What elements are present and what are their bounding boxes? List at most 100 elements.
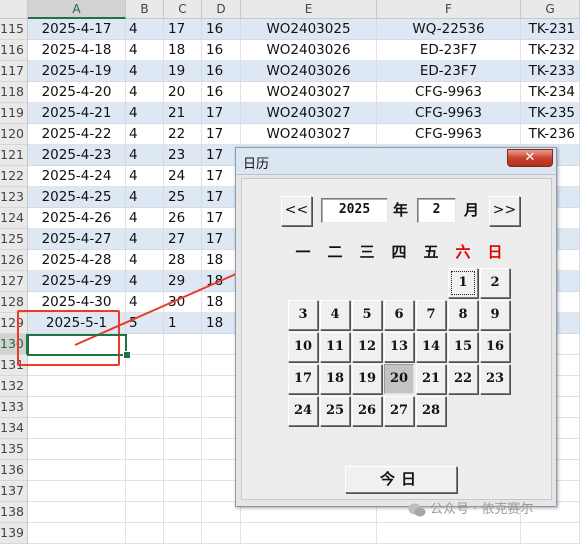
day-button[interactable]: 17 (288, 364, 318, 394)
column-header-g[interactable]: G (521, 0, 580, 19)
cell-e[interactable]: WO2403027 (241, 124, 377, 145)
cell-a[interactable]: 2025-4-24 (28, 166, 126, 187)
cell-b[interactable]: 5 (126, 313, 164, 334)
year-input[interactable]: 2025 (321, 198, 388, 223)
cell-c[interactable] (164, 376, 202, 397)
cell-c[interactable]: 17 (164, 19, 202, 40)
cell-b[interactable] (126, 376, 164, 397)
row-header[interactable]: 123 (0, 187, 28, 208)
row-header[interactable]: 135 (0, 439, 28, 460)
cell-d[interactable]: 16 (202, 19, 241, 40)
cell-a[interactable] (28, 460, 126, 481)
today-button[interactable]: 今日 (345, 466, 457, 493)
cell-b[interactable]: 4 (126, 40, 164, 61)
day-button[interactable]: 13 (384, 332, 414, 362)
cell-b[interactable] (126, 439, 164, 460)
row-header[interactable]: 134 (0, 418, 28, 439)
cell-a[interactable]: 2025-4-25 (28, 187, 126, 208)
row-header[interactable]: 122 (0, 166, 28, 187)
cell-c[interactable] (164, 502, 202, 523)
cell-c[interactable]: 20 (164, 82, 202, 103)
cell-a[interactable]: 2025-4-17 (28, 19, 126, 40)
cell-b[interactable]: 4 (126, 208, 164, 229)
day-button[interactable]: 26 (352, 396, 382, 426)
cell-e[interactable]: WO2403027 (241, 103, 377, 124)
row-header[interactable]: 137 (0, 481, 28, 502)
column-header-f[interactable]: F (377, 0, 521, 19)
row-header[interactable]: 124 (0, 208, 28, 229)
cell-a[interactable]: 2025-4-26 (28, 208, 126, 229)
day-button[interactable]: 10 (288, 332, 318, 362)
column-header-c[interactable]: C (164, 0, 202, 19)
cell-c[interactable] (164, 334, 202, 355)
dialog-titlebar[interactable]: 日历 ✕ (236, 148, 556, 175)
day-button[interactable]: 4 (320, 300, 350, 330)
cell-a[interactable]: 2025-4-19 (28, 61, 126, 82)
cell-d[interactable]: 16 (202, 40, 241, 61)
cell-e[interactable] (241, 523, 377, 544)
cell-f[interactable]: CFG-9963 (377, 124, 521, 145)
cell-a[interactable] (28, 481, 126, 502)
day-button[interactable]: 15 (448, 332, 478, 362)
cell-b[interactable] (126, 418, 164, 439)
cell-c[interactable] (164, 355, 202, 376)
day-button[interactable]: 8 (448, 300, 478, 330)
day-button[interactable]: 16 (480, 332, 510, 362)
prev-month-button[interactable]: << (281, 196, 312, 226)
cell-d[interactable] (202, 523, 241, 544)
day-button[interactable]: 18 (320, 364, 350, 394)
cell-c[interactable] (164, 397, 202, 418)
month-input[interactable]: 2 (417, 198, 456, 223)
cell-g[interactable]: TK-233 (521, 61, 580, 82)
cell-b[interactable]: 4 (126, 61, 164, 82)
cell-g[interactable]: TK-236 (521, 124, 580, 145)
day-button[interactable]: 24 (288, 396, 318, 426)
cell-b[interactable]: 4 (126, 271, 164, 292)
cell-a[interactable]: 2025-4-20 (28, 82, 126, 103)
cell-e[interactable]: WO2403026 (241, 61, 377, 82)
cell-c[interactable] (164, 460, 202, 481)
cell-b[interactable]: 4 (126, 82, 164, 103)
cell-b[interactable]: 4 (126, 250, 164, 271)
cell-d[interactable]: 17 (202, 103, 241, 124)
cell-a[interactable]: 2025-4-18 (28, 40, 126, 61)
fill-handle[interactable] (123, 351, 131, 359)
cell-b[interactable]: 4 (126, 145, 164, 166)
day-button[interactable]: 27 (384, 396, 414, 426)
cell-d[interactable]: 16 (202, 61, 241, 82)
row-header[interactable]: 125 (0, 229, 28, 250)
day-button[interactable]: 14 (416, 332, 446, 362)
cell-c[interactable]: 28 (164, 250, 202, 271)
cell-g[interactable]: TK-231 (521, 19, 580, 40)
cell-g[interactable]: TK-235 (521, 103, 580, 124)
row-header[interactable]: 133 (0, 397, 28, 418)
row-header[interactable]: 121 (0, 145, 28, 166)
row-header[interactable]: 118 (0, 82, 28, 103)
cell-f[interactable]: CFG-9963 (377, 103, 521, 124)
day-button[interactable]: 21 (416, 364, 446, 394)
row-header[interactable]: 120 (0, 124, 28, 145)
cell-b[interactable]: 4 (126, 19, 164, 40)
cell-b[interactable] (126, 481, 164, 502)
cell-f[interactable]: ED-23F7 (377, 40, 521, 61)
cell-f[interactable]: CFG-9963 (377, 82, 521, 103)
row-header[interactable]: 139 (0, 523, 28, 544)
cell-d[interactable]: 16 (202, 82, 241, 103)
cell-b[interactable]: 4 (126, 229, 164, 250)
cell-a[interactable]: 2025-4-23 (28, 145, 126, 166)
cell-a[interactable] (28, 418, 126, 439)
cell-c[interactable]: 21 (164, 103, 202, 124)
next-month-button[interactable]: >> (489, 196, 520, 226)
cell-g[interactable] (521, 523, 580, 544)
day-button[interactable]: 28 (416, 396, 446, 426)
cell-c[interactable]: 1 (164, 313, 202, 334)
cell-a[interactable]: 2025-4-29 (28, 271, 126, 292)
column-header-e[interactable]: E (241, 0, 377, 19)
cell-a[interactable] (28, 397, 126, 418)
cell-c[interactable]: 26 (164, 208, 202, 229)
cell-a[interactable]: 2025-4-27 (28, 229, 126, 250)
cell-b[interactable]: 4 (126, 103, 164, 124)
cell-e[interactable]: WO2403027 (241, 82, 377, 103)
day-button[interactable]: 19 (352, 364, 382, 394)
day-button[interactable]: 6 (384, 300, 414, 330)
